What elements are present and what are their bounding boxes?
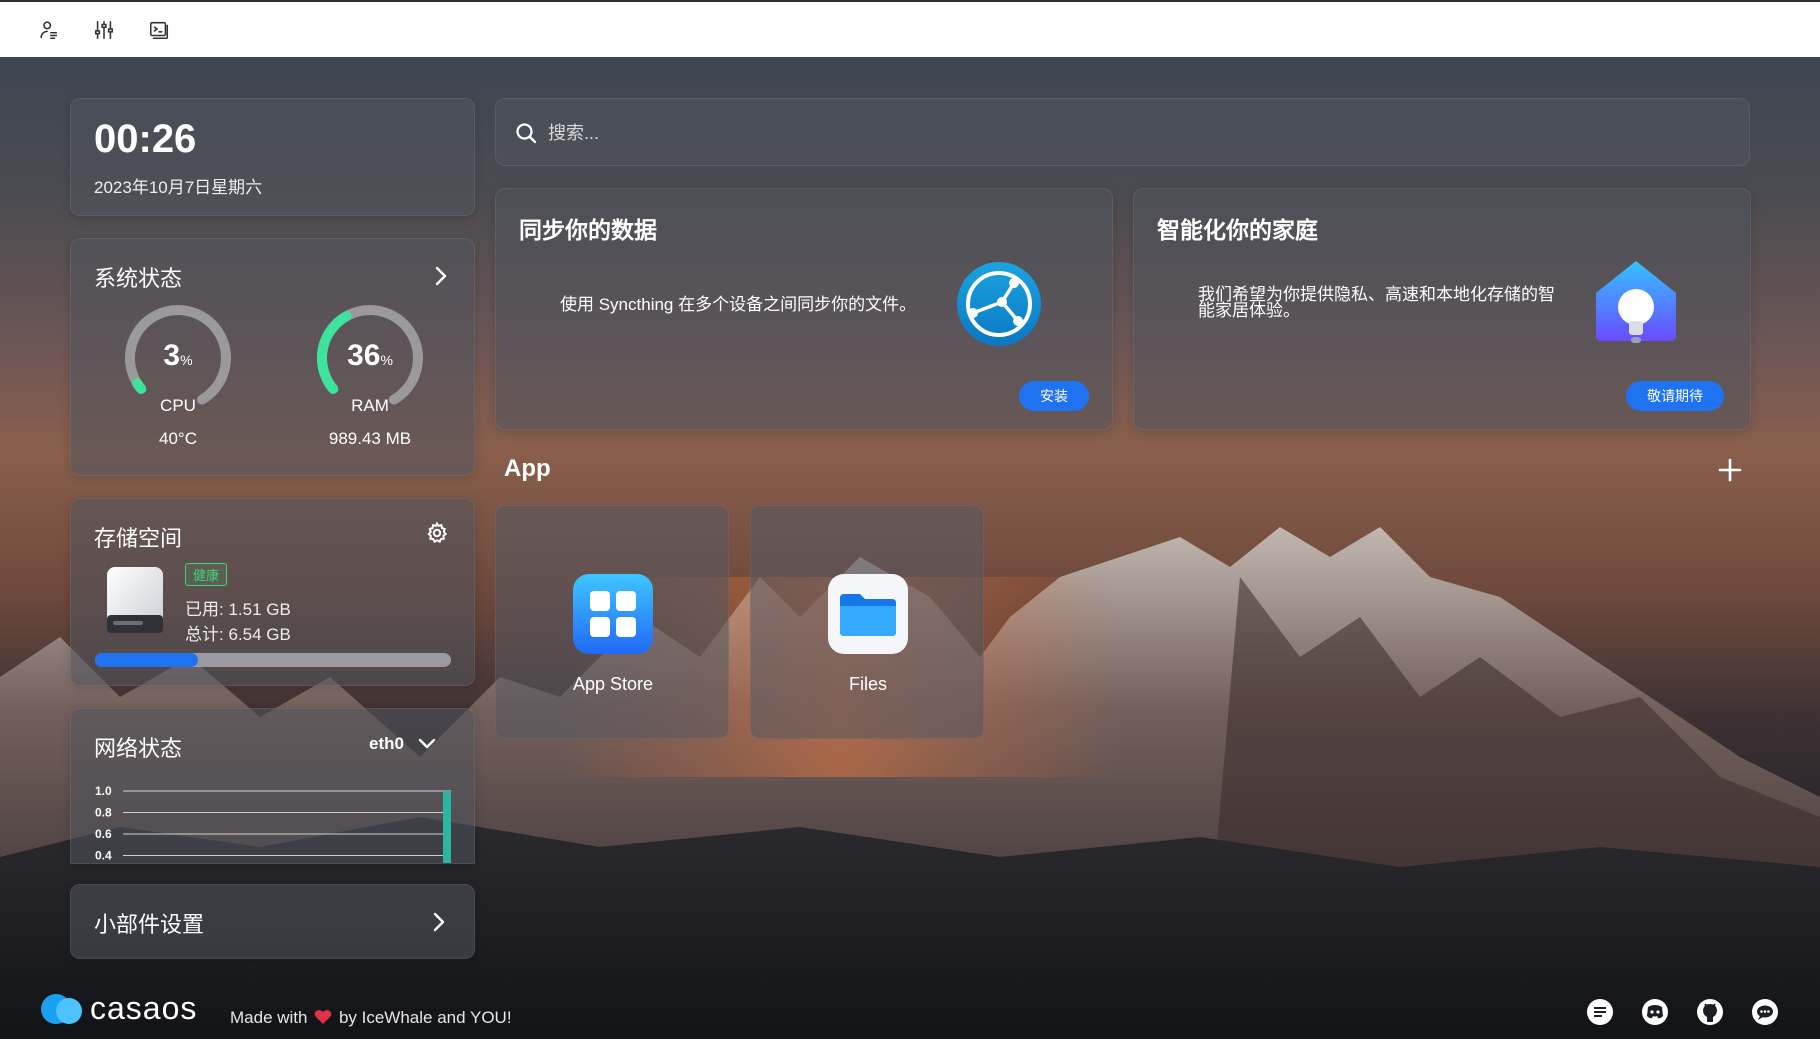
network-interface-select[interactable]: eth0 <box>369 734 436 754</box>
terminal-icon[interactable] <box>146 17 171 42</box>
casaos-logo[interactable]: casaos <box>38 990 197 1027</box>
recommendation-description-line2: 能家居体验。 <box>1198 301 1300 320</box>
network-widget: 网络状态 eth0 1.00.80.60.40.2 <box>70 708 475 864</box>
chevron-right-icon <box>433 912 445 932</box>
recommendation-title: 同步你的数据 <box>519 217 657 243</box>
ram-percent: 36% <box>347 339 393 372</box>
chevron-down-icon <box>418 738 436 749</box>
system-status-widget: 系统状态 3% CPU 40°C 36% RAM 989.43 MB <box>70 238 475 476</box>
widget-settings-title: 小部件设置 <box>94 912 205 937</box>
smart-home-recommendation-card: 智能化你的家庭 我们希望为你提供隐私、高速和本地化存储的智 能家居体验。 敬请期… <box>1133 188 1751 430</box>
app-tile-app-store[interactable]: App Store <box>495 505 729 739</box>
footer-made-with: Made with <box>230 1008 308 1027</box>
user-settings-icon[interactable] <box>36 17 61 42</box>
coming-soon-button[interactable]: 敬请期待 <box>1626 381 1724 411</box>
cpu-label: CPU <box>160 396 196 415</box>
network-chart-tick-label: 0.4 <box>95 849 112 863</box>
smart-home-bulb-icon <box>1592 257 1680 349</box>
health-badge: 健康 <box>185 563 228 586</box>
chat-icon[interactable] <box>1751 998 1779 1026</box>
storage-used: 已用: 1.51 GB <box>185 600 291 619</box>
clock-date: 2023年10月7日星期六 <box>94 178 263 197</box>
app-tile-files[interactable]: Files <box>750 505 984 739</box>
syncthing-recommendation-card: 同步你的数据 使用 Syncthing 在多个设备之间同步你的文件。 安装 <box>495 188 1113 430</box>
network-title: 网络状态 <box>94 736 183 761</box>
widget-settings-button[interactable]: 小部件设置 <box>70 884 475 959</box>
files-folder-icon <box>828 574 908 654</box>
recommendation-title: 智能化你的家庭 <box>1157 217 1318 243</box>
search-icon <box>516 123 537 144</box>
add-app-icon[interactable] <box>1718 458 1742 482</box>
casaos-logo-icon <box>41 993 82 1024</box>
discord-icon[interactable] <box>1641 998 1669 1026</box>
app-name: App Store <box>572 674 654 694</box>
storage-progress-bar <box>95 653 451 667</box>
system-status-title: 系统状态 <box>94 266 183 291</box>
footer-by: by IceWhale and YOU! <box>338 1008 512 1027</box>
storage-widget: 存储空间 健康 已用: 1.51 GB 总计: 6.54 GB <box>70 498 475 686</box>
app-name: Files <box>848 674 887 694</box>
storage-progress-fill <box>95 653 199 667</box>
network-chart-tick-label: 0.6 <box>95 827 112 841</box>
chevron-right-icon[interactable] <box>431 265 451 287</box>
app-section-title: App <box>504 455 551 482</box>
ram-gauge: 36% RAM <box>305 303 435 433</box>
gear-icon[interactable] <box>425 521 449 545</box>
feedback-icon[interactable] <box>1586 998 1614 1026</box>
heart-icon <box>314 1010 332 1024</box>
network-chart: 1.00.80.60.40.2 <box>95 784 451 863</box>
sliders-icon[interactable] <box>91 17 116 42</box>
cpu-temperature: 40°C <box>159 429 197 448</box>
app-store-icon <box>573 574 653 654</box>
footer-credit: Made with by IceWhale and YOU! <box>230 1008 512 1028</box>
network-chart-tick-label: 1.0 <box>95 784 112 798</box>
network-chart-traffic-bar <box>443 791 451 863</box>
storage-total: 总计: 6.54 GB <box>185 625 291 644</box>
install-button[interactable]: 安装 <box>1019 381 1089 411</box>
clock-widget: 00:26 2023年10月7日星期六 <box>70 98 475 216</box>
ram-label: RAM <box>351 396 389 415</box>
search-input[interactable] <box>548 115 1728 151</box>
cpu-percent: 3% <box>163 339 193 372</box>
recommendation-description: 使用 Syncthing 在多个设备之间同步你的文件。 <box>560 295 917 314</box>
ram-used: 989.43 MB <box>328 429 412 448</box>
cpu-gauge: 3% CPU <box>113 303 243 433</box>
syncthing-logo-icon <box>956 261 1042 347</box>
search-bar <box>495 98 1750 166</box>
storage-title: 存储空间 <box>94 526 183 551</box>
casaos-logo-text: casaos <box>90 990 198 1026</box>
disk-icon <box>105 565 165 635</box>
network-interface-value: eth0 <box>369 734 404 753</box>
github-icon[interactable] <box>1696 998 1724 1026</box>
top-toolbar <box>0 0 1820 57</box>
clock-time: 00:26 <box>94 117 197 161</box>
network-chart-tick-label: 0.8 <box>95 806 112 820</box>
